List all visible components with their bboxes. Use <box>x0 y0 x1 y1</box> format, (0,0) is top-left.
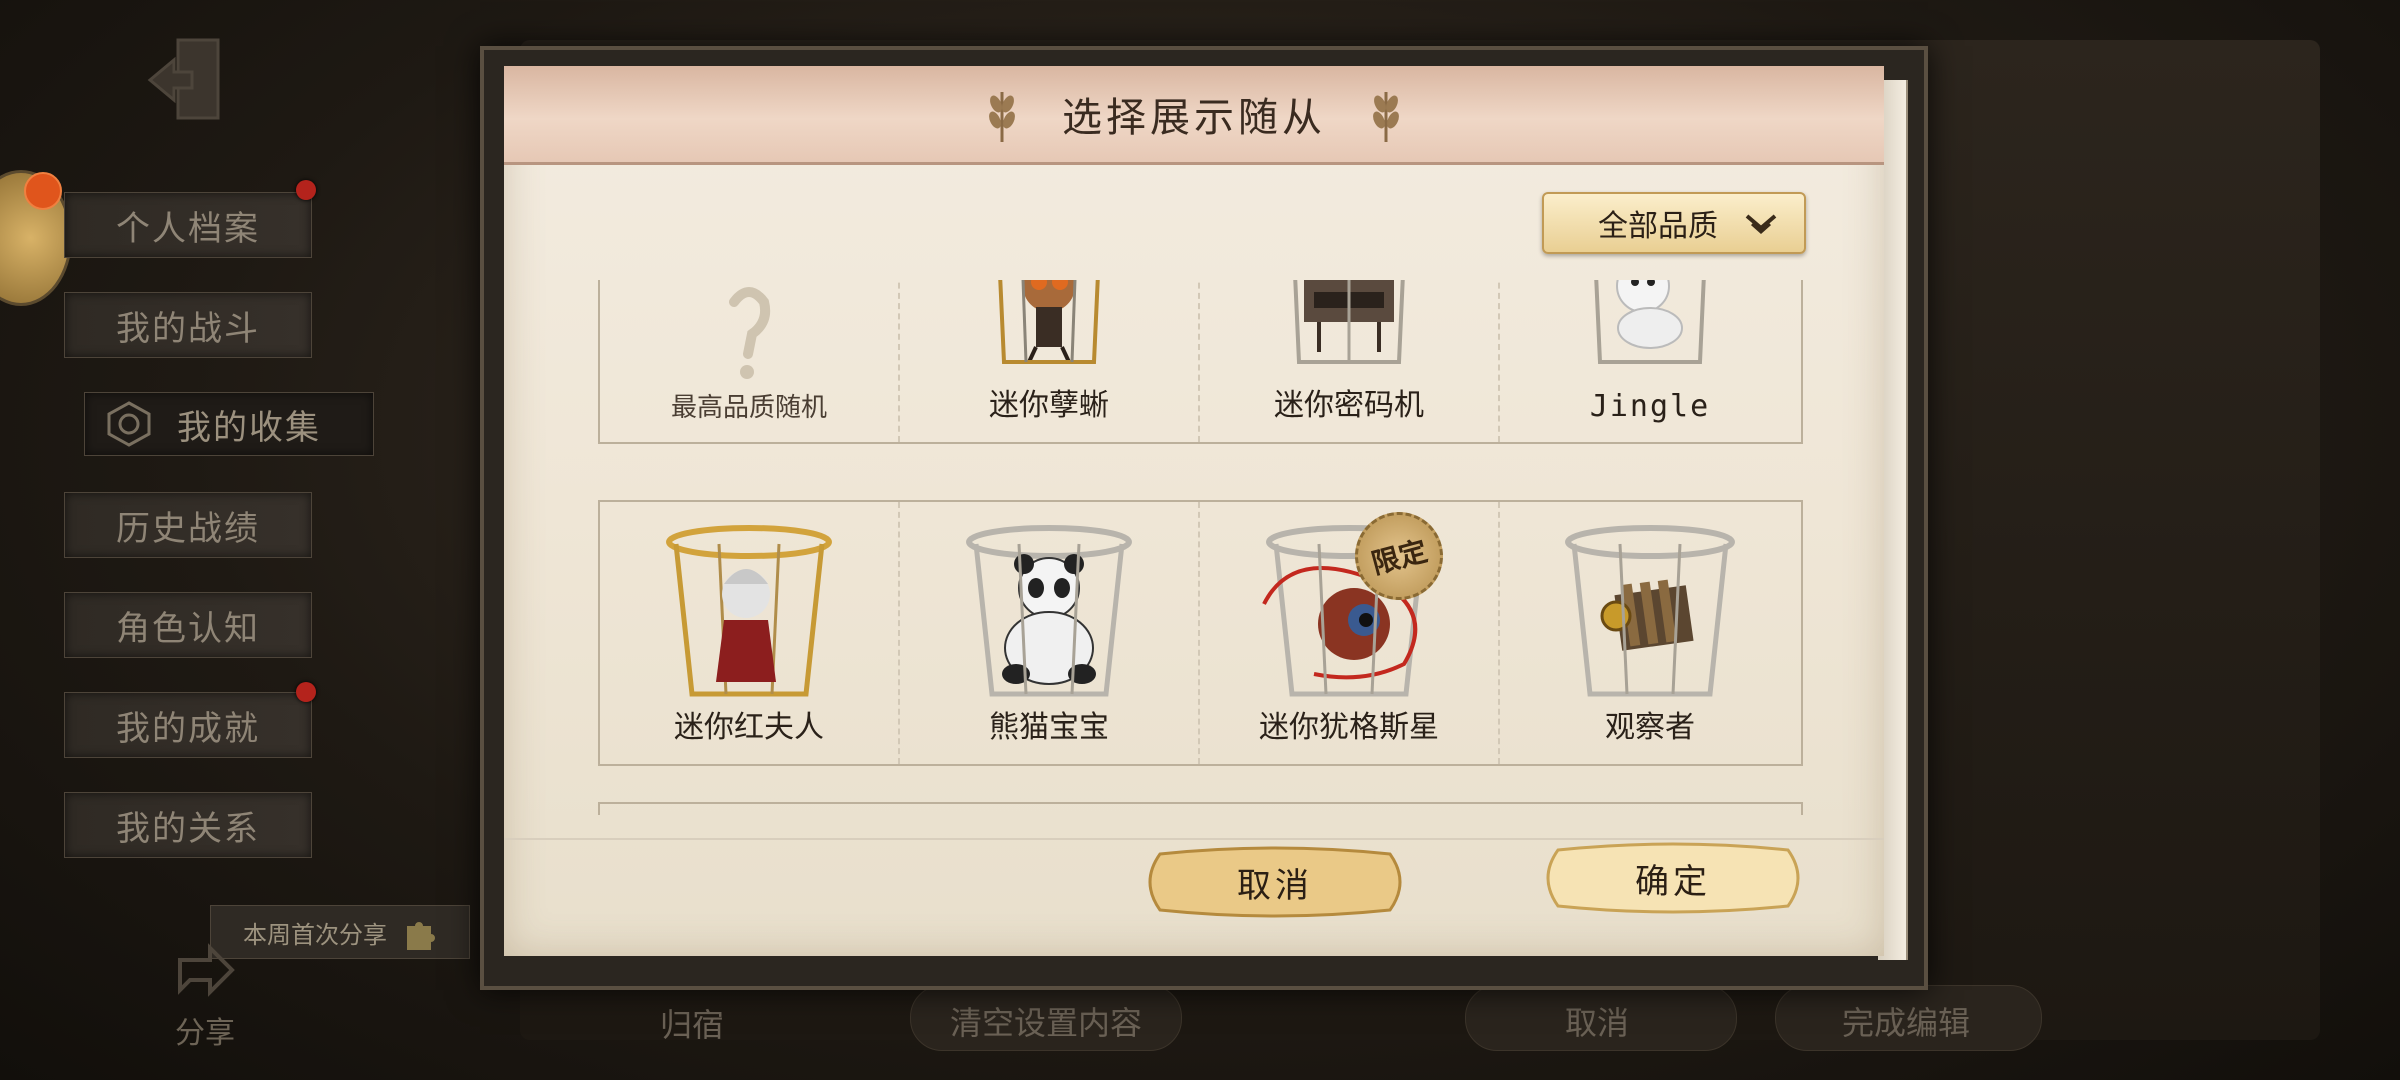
sidebar-item-battles[interactable]: 我的战斗 <box>64 292 312 358</box>
background-cancel-label: 取消 <box>1565 1004 1630 1042</box>
pet-cell-random[interactable]: 最高品质随机 <box>600 280 900 442</box>
pet-grid: 最高品质随机 迷你孽蜥 迷你密码机 Jingle 迷你红夫人 熊猫宝宝 迷你犹格… <box>598 280 1803 815</box>
wheat-ornament-icon <box>1373 92 1399 142</box>
pet-row <box>598 802 1803 815</box>
collection-icon <box>107 401 151 447</box>
observer-pet-icon <box>1565 525 1735 697</box>
wheat-ornament-icon <box>989 92 1015 142</box>
clear-settings-label: 清空设置内容 <box>950 1004 1143 1042</box>
home-label: 归宿 <box>660 1006 725 1044</box>
divider <box>504 838 1884 840</box>
mini-lizard-pet-icon <box>998 280 1100 364</box>
exit-icon[interactable] <box>140 30 240 130</box>
cancel-button[interactable]: 取消 <box>1140 846 1410 918</box>
confirm-button[interactable]: 确定 <box>1538 842 1808 914</box>
mini-red-lady-pet-icon <box>666 525 832 697</box>
jingle-dog-pet-icon <box>1594 280 1706 364</box>
pet-cell[interactable]: 迷你红夫人 <box>600 502 900 764</box>
sidebar-item-relations[interactable]: 我的关系 <box>64 792 312 858</box>
quality-filter-dropdown[interactable]: 全部品质 <box>1542 192 1806 254</box>
dialog-header: 选择展示随从 <box>504 66 1884 165</box>
pet-cell[interactable]: 迷你孽蜥 <box>900 280 1200 442</box>
panda-baby-pet-icon <box>966 525 1132 697</box>
sidebar-item-achievements[interactable]: 我的成就 <box>64 692 312 758</box>
notification-dot <box>24 172 62 210</box>
dialog-title: 选择展示随从 <box>1062 95 1326 141</box>
pet-row: 最高品质随机 迷你孽蜥 迷你密码机 Jingle <box>598 280 1803 444</box>
sidebar-item-character[interactable]: 角色认知 <box>64 592 312 658</box>
share-button[interactable]: 分享 <box>150 940 260 1052</box>
pet-cell[interactable]: 迷你密码机 <box>1200 280 1500 442</box>
chevron-down-icon <box>1745 214 1777 235</box>
sidebar-item-history[interactable]: 历史战绩 <box>64 492 312 558</box>
share-icon <box>178 943 235 997</box>
sidebar-item-collection[interactable]: 我的收集 <box>84 392 374 456</box>
red-dot <box>296 682 316 702</box>
puzzle-icon <box>407 922 435 950</box>
question-mark-icon <box>729 287 771 379</box>
mini-cipher-machine-pet-icon <box>1293 280 1405 364</box>
pet-cell[interactable]: Jingle <box>1500 280 1800 442</box>
finish-edit-label: 完成编辑 <box>1842 1004 1971 1042</box>
pet-cell[interactable]: 熊猫宝宝 <box>900 502 1200 764</box>
sidebar-item-profile[interactable]: 个人档案 <box>64 192 312 258</box>
pet-cell[interactable]: 观察者 <box>1500 502 1800 764</box>
red-dot <box>296 180 316 200</box>
pet-cell[interactable]: 迷你犹格斯星 <box>1200 502 1500 764</box>
pet-row: 迷你红夫人 熊猫宝宝 迷你犹格斯星 观察者 <box>598 500 1803 766</box>
